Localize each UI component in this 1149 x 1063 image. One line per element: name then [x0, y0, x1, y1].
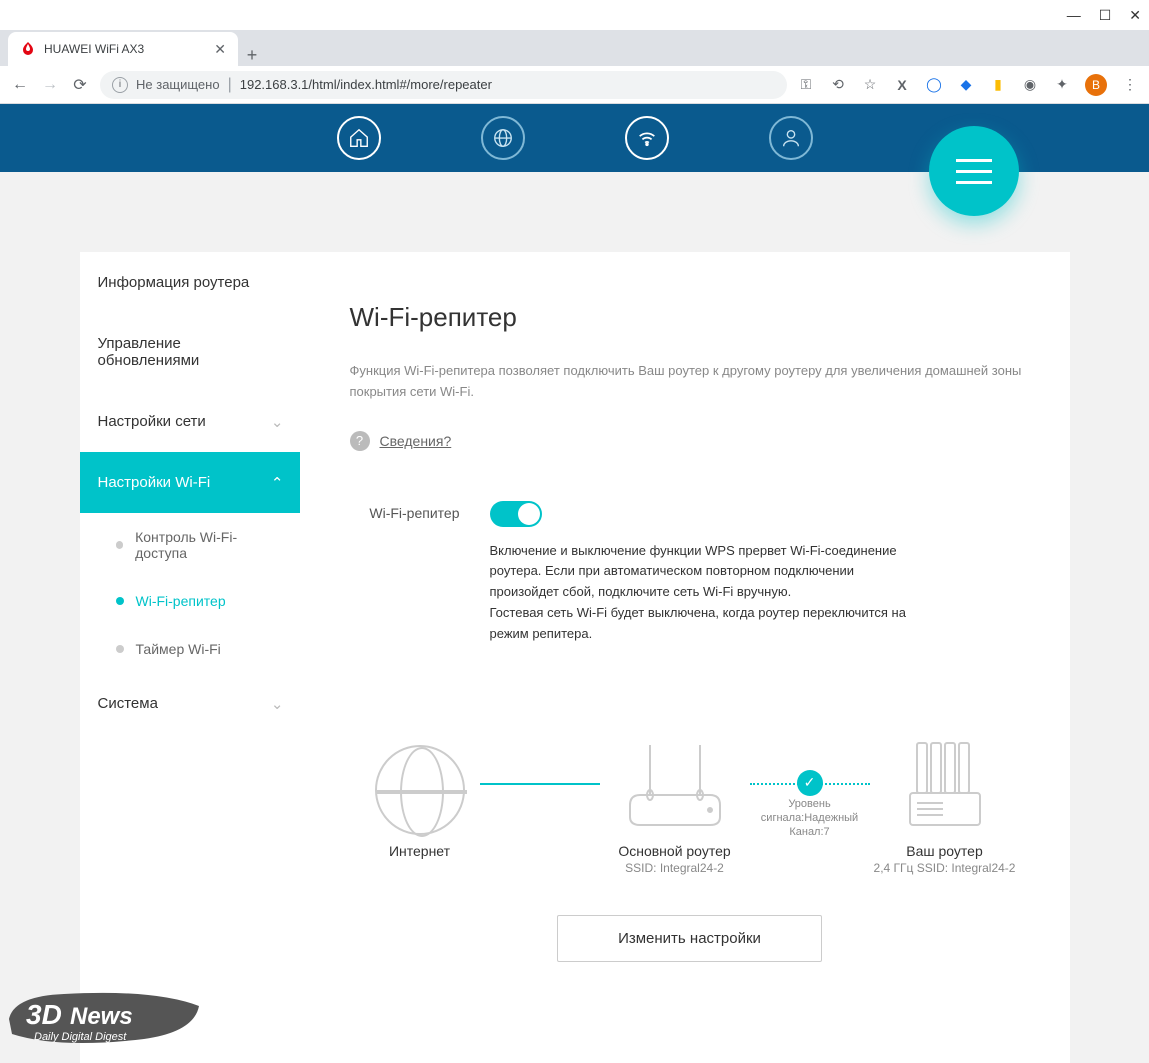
page-title: Wi-Fi-репитер — [350, 302, 1030, 333]
router-icon — [615, 735, 735, 835]
save-button[interactable]: Изменить настройки — [557, 915, 822, 962]
security-label: Не защищено — [136, 77, 220, 92]
circle-icon[interactable]: ◉ — [1021, 76, 1039, 94]
svg-text:3D: 3D — [26, 999, 62, 1030]
sidebar-item-updates[interactable]: Управление обновлениями — [80, 313, 300, 391]
window-controls: — ☐ ✕ — [0, 0, 1149, 30]
watermark-tagline: Daily Digital Digest — [34, 1031, 127, 1043]
node-your-router: Ваш роутер 2,4 ГГц SSID: Integral24-2 — [870, 735, 1020, 875]
address-bar: ← → ⟳ i Не защищено | 192.168.3.1/html/i… — [0, 66, 1149, 104]
sidebar-item-wifi-access[interactable]: Контроль Wi-Fi-доступа — [80, 513, 300, 577]
diamond-icon[interactable]: ◆ — [957, 76, 975, 94]
node-internet: Интернет — [360, 735, 480, 859]
nav-home-icon[interactable] — [337, 116, 381, 160]
topology-diagram: Интернет Основной роутер — [350, 735, 1030, 875]
nav-user-icon[interactable] — [769, 116, 813, 160]
node-sublabel: SSID: Integral24-2 — [625, 861, 724, 875]
watermark-brand: News — [70, 1003, 133, 1030]
translate-icon[interactable]: ⟲ — [829, 76, 847, 94]
tab-title: HUAWEI WiFi AX3 — [44, 42, 206, 56]
page-background: Информация роутера Управление обновления… — [0, 172, 1149, 1063]
sidebar-item-network[interactable]: Настройки сети ⌄ — [80, 391, 300, 452]
sidebar-item-wifi-timer[interactable]: Таймер Wi-Fi — [80, 625, 300, 673]
maximize-button[interactable]: ☐ — [1099, 7, 1112, 24]
link-router-mesh: ✓ Уровень сигнала:Надежный Канал:7 — [750, 783, 870, 840]
minimize-button[interactable]: — — [1067, 7, 1081, 23]
sidebar-item-router-info[interactable]: Информация роутера — [80, 252, 300, 313]
browser-tab[interactable]: HUAWEI WiFi AX3 ✕ — [8, 32, 238, 66]
url-field[interactable]: i Не защищено | 192.168.3.1/html/index.h… — [100, 71, 787, 99]
hamburger-menu-button[interactable] — [929, 126, 1019, 216]
node-label: Ваш роутер — [906, 843, 983, 859]
channel-label: Канал:7 — [750, 825, 870, 839]
key-icon[interactable]: ⚿ — [797, 76, 815, 94]
top-nav — [0, 104, 1149, 172]
pin-icon[interactable]: ▮ — [989, 76, 1007, 94]
close-window-button[interactable]: ✕ — [1129, 7, 1141, 24]
node-label: Основной роутер — [618, 843, 730, 859]
page-description: Функция Wi-Fi-репитера позволяет подключ… — [350, 361, 1030, 403]
divider: | — [228, 76, 232, 94]
back-button[interactable]: ← — [10, 76, 30, 94]
sidebar: Информация роутера Управление обновления… — [80, 252, 300, 1063]
details-link[interactable]: Сведения? — [380, 433, 452, 449]
new-tab-button[interactable]: + — [238, 45, 266, 66]
router-mesh-icon — [885, 735, 1005, 835]
signal-label: Уровень сигнала:Надежный — [750, 797, 870, 826]
main-panel: Wi-Fi-репитер Функция Wi-Fi-репитера поз… — [300, 252, 1070, 1063]
reload-button[interactable]: ⟳ — [70, 75, 90, 95]
sidebar-item-wifi[interactable]: Настройки Wi-Fi ⌃ — [80, 452, 300, 513]
node-sublabel: 2,4 ГГц SSID: Integral24-2 — [874, 861, 1016, 875]
sidebar-label: Настройки сети — [98, 413, 206, 430]
huawei-favicon — [20, 41, 36, 57]
puzzle-icon[interactable]: ✦ — [1053, 76, 1071, 94]
menu-dots-icon[interactable]: ⋮ — [1121, 76, 1139, 94]
chevron-up-icon: ⌃ — [271, 474, 284, 492]
ext-x-icon[interactable]: X — [893, 76, 911, 94]
node-label: Интернет — [389, 843, 450, 859]
node-main-router: Основной роутер SSID: Integral24-2 — [600, 735, 750, 875]
check-icon: ✓ — [797, 770, 823, 796]
tab-close-icon[interactable]: ✕ — [214, 41, 226, 58]
sidebar-label: Настройки Wi-Fi — [98, 474, 211, 491]
watermark: 3D News Daily Digital Digest — [4, 984, 204, 1059]
sidebar-label: Система — [98, 695, 158, 712]
tab-bar: HUAWEI WiFi AX3 ✕ + — [0, 30, 1149, 66]
toggle-label: Wi-Fi-репитер — [350, 501, 460, 521]
url-text: 192.168.3.1/html/index.html#/more/repeat… — [240, 77, 492, 92]
link-internet-router — [480, 783, 600, 785]
shield-icon[interactable]: ◯ — [925, 76, 943, 94]
sidebar-item-wifi-repeater[interactable]: Wi-Fi-репитер — [80, 577, 300, 625]
chevron-down-icon: ⌄ — [271, 413, 284, 431]
forward-button[interactable]: → — [40, 76, 60, 94]
user-badge[interactable]: B — [1085, 74, 1107, 96]
globe-icon — [375, 745, 465, 835]
nav-internet-icon[interactable] — [481, 116, 525, 160]
toggle-description-1: Включение и выключение функции WPS прерв… — [490, 541, 910, 603]
star-icon[interactable]: ☆ — [861, 76, 879, 94]
site-info-icon[interactable]: i — [112, 77, 128, 93]
question-icon: ? — [350, 431, 370, 451]
toggle-description-2: Гостевая сеть Wi-Fi будет выключена, ког… — [490, 603, 910, 645]
repeater-toggle[interactable] — [490, 501, 542, 527]
nav-wifi-icon[interactable] — [625, 116, 669, 160]
toolbar-extensions: ⚿ ⟲ ☆ X ◯ ◆ ▮ ◉ ✦ B ⋮ — [797, 74, 1139, 96]
sidebar-item-system[interactable]: Система ⌄ — [80, 673, 300, 734]
chevron-down-icon: ⌄ — [271, 695, 284, 713]
